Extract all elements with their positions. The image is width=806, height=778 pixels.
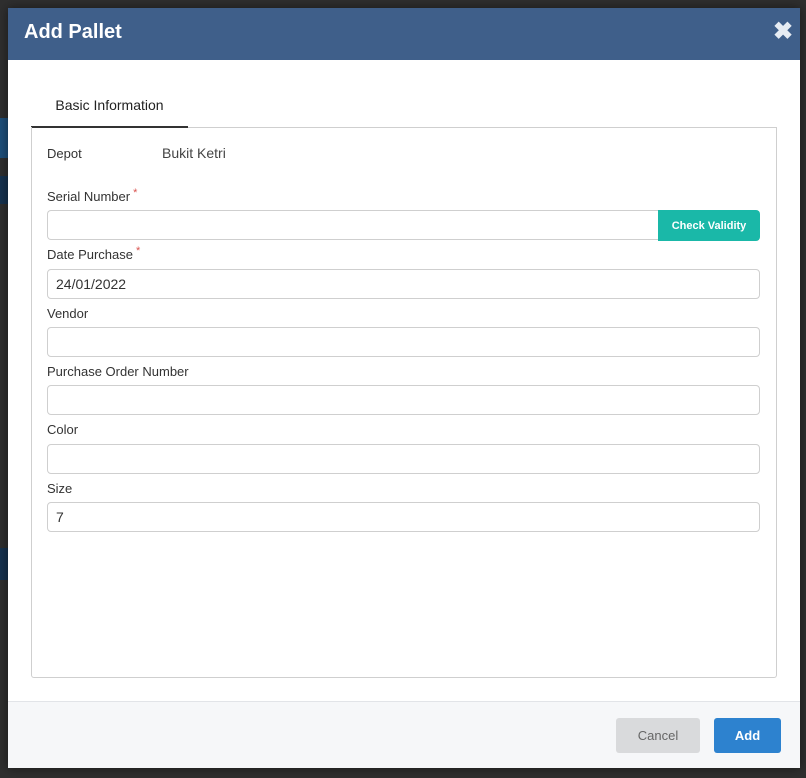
- date-purchase-label: Date Purchase *: [47, 245, 141, 262]
- purchase-order-number-label: Purchase Order Number: [47, 364, 189, 379]
- date-purchase-label-text: Date Purchase: [47, 247, 133, 262]
- background-strip: [0, 176, 8, 204]
- serial-number-input[interactable]: [47, 210, 659, 240]
- cancel-button[interactable]: Cancel: [616, 718, 700, 753]
- purchase-order-number-input[interactable]: [47, 385, 760, 415]
- vendor-input[interactable]: [47, 327, 760, 357]
- modal-header: Add Pallet ✖: [8, 8, 800, 60]
- add-button[interactable]: Add: [714, 718, 781, 753]
- vendor-label: Vendor: [47, 306, 89, 321]
- modal-title: Add Pallet: [24, 21, 122, 43]
- serial-number-label: Serial Number *: [47, 187, 138, 204]
- color-input[interactable]: [47, 444, 760, 474]
- date-purchase-input[interactable]: [47, 269, 760, 299]
- required-mark: *: [133, 187, 138, 199]
- add-pallet-modal: Add Pallet ✖ Basic Information Depot Buk…: [8, 8, 800, 768]
- background-strip: [0, 118, 8, 158]
- depot-label: Depot: [47, 146, 82, 161]
- required-mark: *: [136, 245, 141, 257]
- modal-footer: Cancel Add: [8, 701, 800, 768]
- size-input[interactable]: [47, 502, 760, 532]
- tab-basic-information[interactable]: Basic Information: [31, 88, 188, 128]
- color-label: Color: [47, 422, 79, 437]
- tab-bar: Basic Information: [31, 88, 777, 128]
- background-strip: [0, 548, 8, 580]
- check-validity-button[interactable]: Check Validity: [658, 210, 760, 241]
- close-icon[interactable]: ✖: [772, 20, 794, 44]
- serial-number-label-text: Serial Number: [47, 189, 131, 204]
- size-label: Size: [47, 481, 73, 496]
- depot-value: Bukit Ketri: [162, 145, 226, 161]
